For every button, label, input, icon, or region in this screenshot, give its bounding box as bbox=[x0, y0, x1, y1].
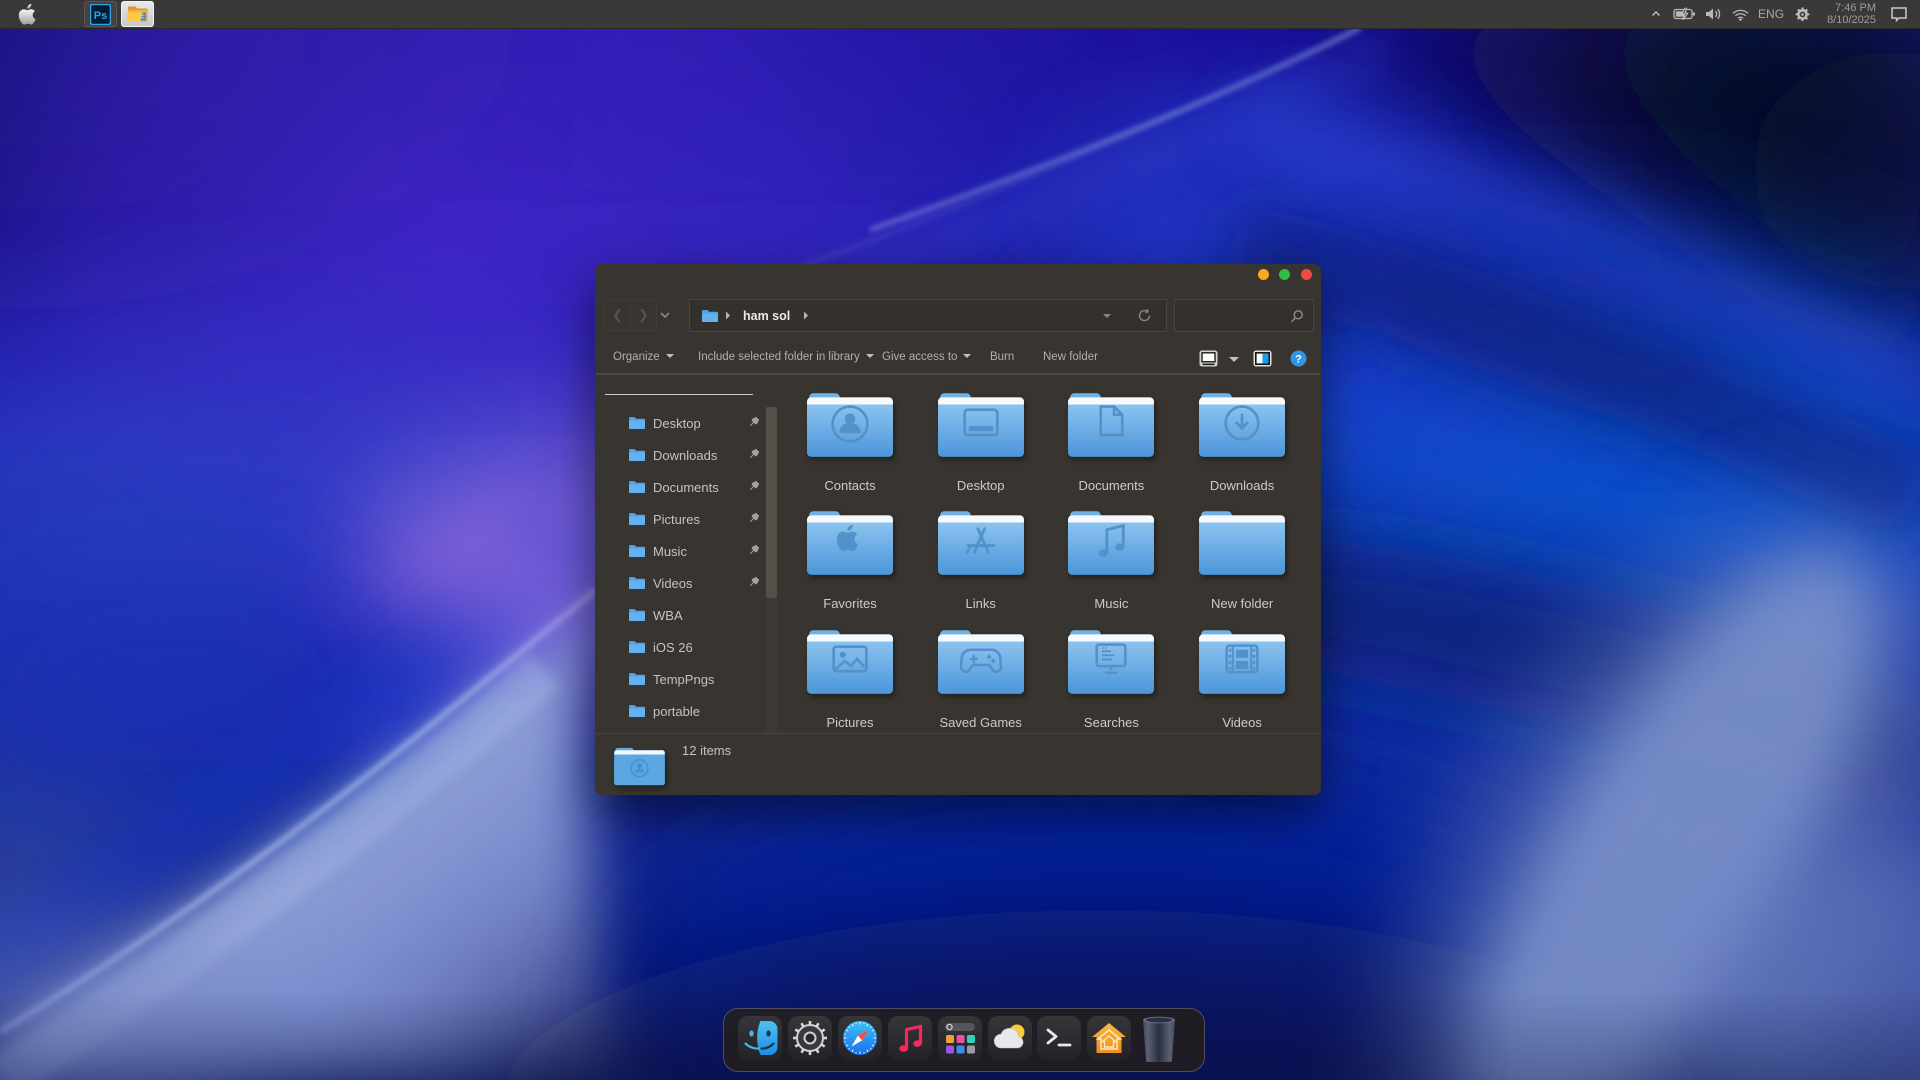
svg-text:?: ? bbox=[1295, 354, 1302, 366]
svg-text:Ps: Ps bbox=[94, 10, 107, 22]
